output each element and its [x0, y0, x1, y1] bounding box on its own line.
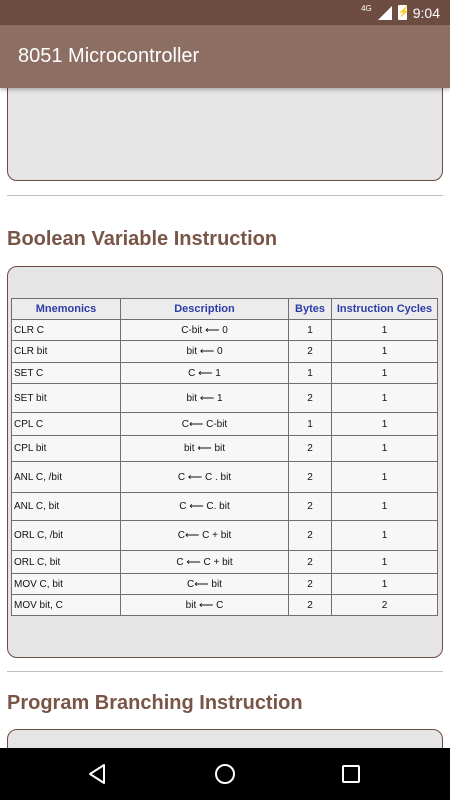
cell-description: bit ⟵ bit	[120, 435, 289, 462]
signal-icon	[377, 5, 392, 20]
table-row: SET bit bit ⟵ 1 2 1	[11, 383, 438, 413]
cell-mnemonic: MOV bit, C	[11, 594, 121, 616]
cell-cycles: 1	[331, 435, 438, 462]
cell-description: C ⟵ C . bit	[120, 461, 289, 493]
cell-description: C-bit ⟵ 0	[120, 319, 289, 341]
cell-description: C⟵ C + bit	[120, 520, 289, 551]
cell-description: C ⟵ 1	[120, 362, 289, 384]
navigation-bar	[0, 748, 450, 800]
cell-bytes: 2	[288, 573, 332, 595]
table-row: CLR bit bit ⟵ 0 2 1	[11, 340, 438, 363]
table-row: MOV bit, C bit ⟵ C 2 2	[11, 594, 438, 616]
cell-description: C ⟵ C + bit	[120, 550, 289, 574]
header-mnemonics: Mnemonics	[11, 298, 121, 320]
table-row: CLR C C-bit ⟵ 0 1 1	[11, 319, 438, 341]
cell-cycles: 1	[331, 319, 438, 341]
cell-bytes: 1	[288, 362, 332, 384]
table-row: ORL C, /bit C⟵ C + bit 2 1	[11, 520, 438, 551]
section-divider	[7, 195, 443, 196]
cell-mnemonic: CPL bit	[11, 435, 121, 462]
cell-bytes: 2	[288, 461, 332, 493]
app-title: 8051 Microcontroller	[18, 45, 200, 67]
header-description: Description	[120, 298, 289, 320]
cell-mnemonic: ANL C, bit	[11, 492, 121, 521]
cell-bytes: 2	[288, 520, 332, 551]
cell-bytes: 2	[288, 550, 332, 574]
cell-mnemonic: CPL C	[11, 412, 121, 436]
cell-mnemonic: ORL C, /bit	[11, 520, 121, 551]
cell-cycles: 1	[331, 550, 438, 574]
table-row: CPL bit bit ⟵ bit 2 1	[11, 435, 438, 462]
cell-description: C⟵ bit	[120, 573, 289, 595]
cell-mnemonic: ORL C, bit	[11, 550, 121, 574]
cell-cycles: 1	[331, 573, 438, 595]
status-bar: 4G ⚡ 9:04	[0, 0, 450, 25]
app-bar: 8051 Microcontroller	[0, 25, 450, 88]
table-row: ANL C, bit C ⟵ C. bit 2 1	[11, 492, 438, 521]
cell-cycles: 1	[331, 340, 438, 363]
instruction-table: Mnemonics Description Bytes Instruction …	[11, 298, 438, 616]
cell-cycles: 1	[331, 520, 438, 551]
cell-cycles: 1	[331, 383, 438, 413]
section-title-boolean: Boolean Variable Instruction	[7, 228, 278, 250]
cell-cycles: 1	[331, 412, 438, 436]
battery-icon: ⚡	[397, 5, 411, 20]
table-row: ORL C, bit C ⟵ C + bit 2 1	[11, 550, 438, 574]
cell-bytes: 1	[288, 412, 332, 436]
cell-mnemonic: SET C	[11, 362, 121, 384]
cell-bytes: 2	[288, 383, 332, 413]
cell-bytes: 2	[288, 435, 332, 462]
boolean-instruction-card: Mnemonics Description Bytes Instruction …	[7, 266, 443, 658]
network-type: 4G	[361, 4, 372, 13]
section-title-branching: Program Branching Instruction	[7, 692, 303, 714]
cell-mnemonic: CLR C	[11, 319, 121, 341]
cell-cycles: 1	[331, 362, 438, 384]
cell-description: C ⟵ C. bit	[120, 492, 289, 521]
cell-bytes: 1	[288, 319, 332, 341]
back-triangle-icon[interactable]	[86, 762, 110, 786]
cell-cycles: 2	[331, 594, 438, 616]
section-divider	[7, 671, 443, 672]
cell-mnemonic: ANL C, /bit	[11, 461, 121, 493]
table-row: MOV C, bit C⟵ bit 2 1	[11, 573, 438, 595]
cell-description: bit ⟵ 0	[120, 340, 289, 363]
cell-mnemonic: MOV C, bit	[11, 573, 121, 595]
cell-description: C⟵ C-bit	[120, 412, 289, 436]
content-scroll[interactable]: Boolean Variable Instruction Mnemonics D…	[0, 88, 450, 748]
cell-description: bit ⟵ 1	[120, 383, 289, 413]
table-row: ANL C, /bit C ⟵ C . bit 2 1	[11, 461, 438, 493]
cell-cycles: 1	[331, 461, 438, 493]
recents-square-icon[interactable]	[339, 762, 363, 786]
cell-description: bit ⟵ C	[120, 594, 289, 616]
table-row: SET C C ⟵ 1 1 1	[11, 362, 438, 384]
status-icons: 4G ⚡ 9:04	[361, 0, 440, 25]
clock: 9:04	[412, 4, 440, 21]
image-card-previous	[7, 88, 443, 181]
home-circle-icon[interactable]	[213, 762, 237, 786]
header-cycles: Instruction Cycles	[331, 298, 438, 320]
cell-mnemonic: SET bit	[11, 383, 121, 413]
cell-bytes: 2	[288, 340, 332, 363]
cell-cycles: 1	[331, 492, 438, 521]
header-bytes: Bytes	[288, 298, 332, 320]
image-card-next	[7, 729, 443, 748]
cell-mnemonic: CLR bit	[11, 340, 121, 363]
cell-bytes: 2	[288, 492, 332, 521]
table-header-row: Mnemonics Description Bytes Instruction …	[11, 298, 438, 320]
cell-bytes: 2	[288, 594, 332, 616]
table-row: CPL C C⟵ C-bit 1 1	[11, 412, 438, 436]
